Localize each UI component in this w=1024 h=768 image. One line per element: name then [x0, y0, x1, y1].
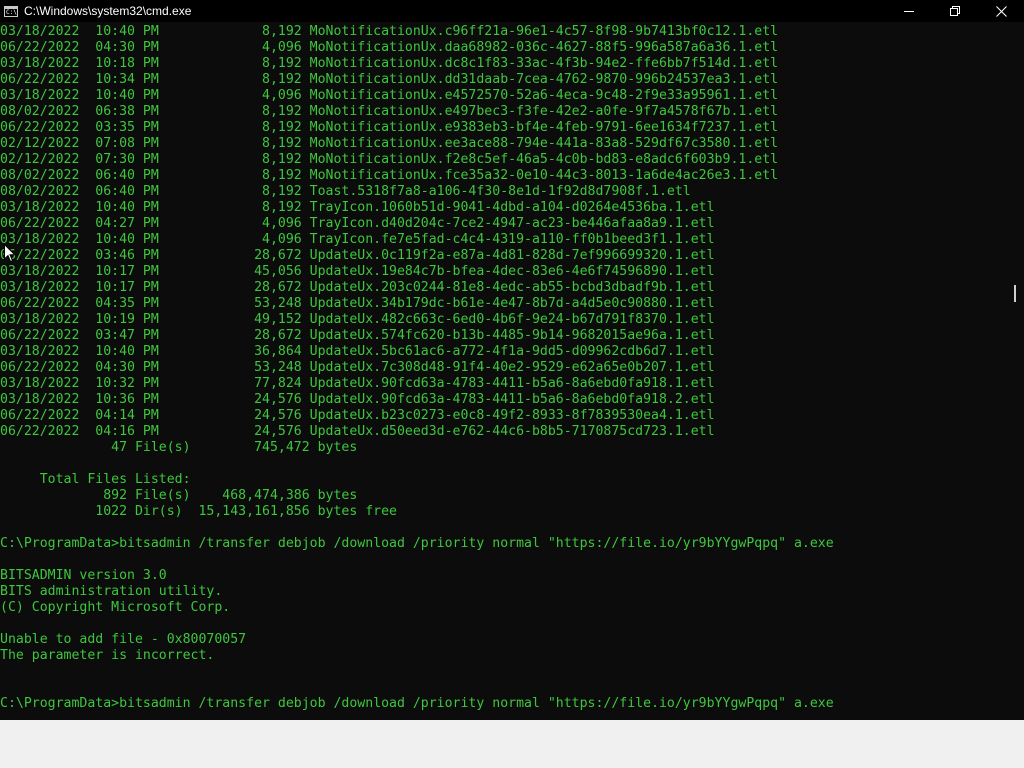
console-line: C:\ProgramData>bitsadmin /transfer debjo… [0, 696, 834, 711]
console-line: 06/22/2022 10:34 PM 8,192 MoNotification… [0, 72, 779, 87]
console-line: 02/12/2022 07:08 PM 8,192 MoNotification… [0, 136, 779, 151]
console-line: 03/18/2022 10:18 PM 8,192 MoNotification… [0, 56, 779, 71]
console-line: 02/12/2022 07:30 PM 8,192 MoNotification… [0, 152, 779, 167]
console-line: 06/22/2022 04:30 PM 53,248 UpdateUx.7c30… [0, 360, 715, 375]
window-controls [886, 0, 1024, 22]
cmd-app-icon[interactable]: C:\ [4, 5, 18, 17]
console-line: 03/18/2022 10:36 PM 24,576 UpdateUx.90fc… [0, 392, 715, 407]
close-icon [995, 5, 1007, 17]
console-line: 892 File(s) 468,474,386 bytes [0, 488, 358, 503]
console-line: 03/18/2022 10:19 PM 49,152 UpdateUx.482c… [0, 312, 715, 327]
console-line: 06/22/2022 04:30 PM 4,096 MoNotification… [0, 40, 779, 55]
app-icon-label: C:\ [6, 8, 17, 16]
console-line: 03/18/2022 10:17 PM 28,672 UpdateUx.203c… [0, 280, 715, 295]
console-line: Total Files Listed: [0, 472, 191, 487]
console-line: 06/22/2022 04:14 PM 24,576 UpdateUx.b23c… [0, 408, 715, 423]
console-line: 03/18/2022 10:40 PM 4,096 TrayIcon.fe7e5… [0, 232, 715, 247]
console-line: 06/22/2022 03:46 PM 28,672 UpdateUx.0c11… [0, 248, 715, 263]
cmd-window: C:\ C:\Windows\system32\cmd.exe 03/18/20… [0, 0, 1024, 720]
console-line: 08/02/2022 06:40 PM 8,192 MoNotification… [0, 168, 779, 183]
console-line: 06/22/2022 04:35 PM 53,248 UpdateUx.34b1… [0, 296, 715, 311]
scrollbar-thumb[interactable] [1014, 285, 1016, 302]
console-line: 47 File(s) 745,472 bytes [0, 440, 358, 455]
console-line: 03/18/2022 10:40 PM 8,192 TrayIcon.1060b… [0, 200, 715, 215]
console-line: BITS administration utility. [0, 584, 223, 599]
console-line: 08/02/2022 06:38 PM 8,192 MoNotification… [0, 104, 779, 119]
console-output[interactable]: 03/18/2022 10:40 PM 8,192 MoNotification… [0, 24, 1010, 720]
window-title: C:\Windows\system32\cmd.exe [24, 4, 192, 18]
console-line: 1022 Dir(s) 15,143,161,856 bytes free [0, 504, 397, 519]
minimize-button[interactable] [886, 0, 932, 22]
console-line: The parameter is incorrect. [0, 648, 215, 663]
console-line: 06/22/2022 03:35 PM 8,192 MoNotification… [0, 120, 779, 135]
close-button[interactable] [978, 0, 1024, 22]
mouse-cursor-icon [4, 244, 16, 263]
title-bar[interactable]: C:\ C:\Windows\system32\cmd.exe [0, 0, 1024, 22]
console-line: 03/18/2022 10:17 PM 45,056 UpdateUx.19e8… [0, 264, 715, 279]
desktop-strip [0, 720, 1024, 768]
console-line: Unable to add file - 0x80070057 [0, 632, 247, 647]
console-line: 08/02/2022 06:40 PM 8,192 Toast.5318f7a8… [0, 184, 691, 199]
minimize-icon [904, 11, 914, 12]
console-line: C:\ProgramData>bitsadmin /transfer debjo… [0, 536, 834, 551]
console-line: 06/22/2022 04:16 PM 24,576 UpdateUx.d50e… [0, 424, 715, 439]
console-line: 03/18/2022 10:32 PM 77,824 UpdateUx.90fc… [0, 376, 715, 391]
console-line: BITSADMIN version 3.0 [0, 568, 167, 583]
console-line: 03/18/2022 10:40 PM 4,096 MoNotification… [0, 88, 779, 103]
restore-icon [950, 6, 960, 16]
console-line: (C) Copyright Microsoft Corp. [0, 600, 231, 615]
console-line: 03/18/2022 10:40 PM 8,192 MoNotification… [0, 24, 779, 39]
console-line: 06/22/2022 03:47 PM 28,672 UpdateUx.574f… [0, 328, 715, 343]
maximize-button[interactable] [932, 0, 978, 22]
console-line: 03/18/2022 10:40 PM 36,864 UpdateUx.5bc6… [0, 344, 715, 359]
console-line: 06/22/2022 04:27 PM 4,096 TrayIcon.d40d2… [0, 216, 715, 231]
